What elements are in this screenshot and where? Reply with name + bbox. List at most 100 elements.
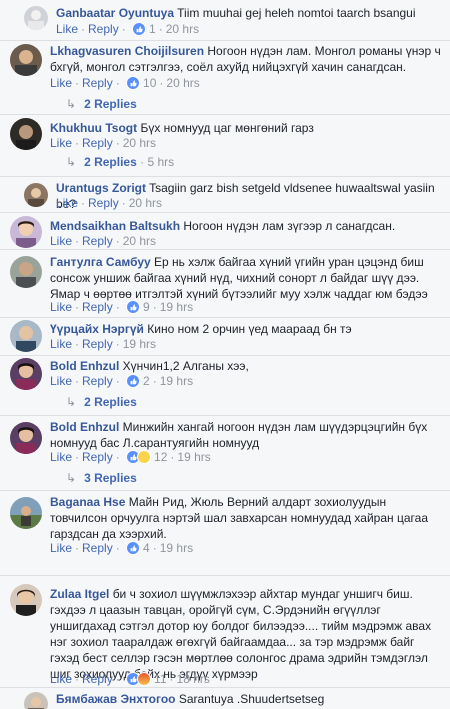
reaction-count: 11: [154, 672, 167, 686]
avatar[interactable]: [10, 497, 42, 529]
reply-button[interactable]: Reply: [82, 300, 113, 314]
comment: Khukhuu Tsogt Бүх номнууд цаг мөнгөний г…: [0, 114, 450, 176]
comment-author[interactable]: Үүрцайх Нэргүй: [50, 322, 144, 336]
avatar[interactable]: [10, 320, 42, 352]
avatar[interactable]: [10, 44, 42, 76]
reply-button[interactable]: Reply: [82, 234, 113, 248]
comment: Ganbaatar Oyuntuya Tiim muuhai gej heleh…: [0, 0, 450, 40]
reply-button[interactable]: Reply: [82, 76, 113, 90]
comment-text: Бүх номнууд цаг мөнгөний гарз: [140, 121, 314, 135]
comment-text: Кино ном 2 орчин үед маараад бн тэ: [147, 322, 352, 336]
reply-button[interactable]: Reply: [82, 136, 113, 150]
haha-icon: [137, 450, 152, 464]
comment-author[interactable]: Urantugs Zorigt: [56, 181, 146, 195]
reply-arrow-icon: ↳: [66, 395, 77, 409]
comment-time[interactable]: 19 hrs: [177, 450, 210, 464]
reaction-count: 9: [143, 300, 150, 314]
view-replies-link[interactable]: ↳ 2 Replies: [66, 394, 137, 410]
comment-author[interactable]: Ganbaatar Oyuntuya: [56, 6, 174, 20]
reaction-count: 10: [143, 76, 157, 90]
reply-button[interactable]: Reply: [88, 22, 119, 36]
reply-button[interactable]: Reply: [82, 337, 113, 351]
avatar[interactable]: [10, 256, 42, 288]
comment-author[interactable]: Zulaa Itgel: [50, 587, 109, 601]
comment: Bold Enhzul Хүнчин1,2 Алганы хээ, Like · R…: [0, 355, 450, 415]
replies-count[interactable]: 2 Replies: [84, 155, 137, 169]
reaction-summary[interactable]: 1: [132, 21, 156, 37]
like-button[interactable]: Like: [50, 450, 72, 464]
like-button[interactable]: Like: [50, 374, 72, 388]
reply-button[interactable]: Reply: [82, 541, 113, 555]
comment-text: Хүнчин1,2 Алганы хээ,: [122, 359, 249, 373]
like-button[interactable]: Like: [50, 337, 72, 351]
reaction-summary[interactable]: 11: [126, 671, 167, 687]
comment-time[interactable]: 19 hrs: [123, 337, 156, 351]
angry-icon: [137, 672, 152, 686]
comment: Urantugs Zorigt Tsagiin garz bish setgel…: [0, 176, 450, 212]
comment: Baganaa Hse Майн Рид, Жюль Верний алдарт…: [0, 490, 450, 565]
like-icon: [126, 541, 141, 555]
comment-author[interactable]: Baganaa Hse: [50, 495, 125, 509]
like-button[interactable]: Like: [50, 234, 72, 248]
like-button[interactable]: Like: [50, 76, 72, 90]
avatar[interactable]: [24, 692, 48, 709]
reaction-summary[interactable]: 10: [126, 75, 156, 91]
avatar[interactable]: [24, 6, 48, 30]
replies-count[interactable]: 2 Replies: [84, 395, 137, 409]
like-button[interactable]: Like: [50, 136, 72, 150]
like-button[interactable]: Like: [50, 300, 72, 314]
view-replies-link[interactable]: ↳ 3 Replies: [66, 470, 137, 486]
avatar[interactable]: [10, 358, 42, 390]
reaction-count: 2: [143, 374, 150, 388]
comment: Бямбажав Энхтогоо Sarantuya .Shuudertset…: [0, 687, 450, 709]
reply-button[interactable]: Reply: [82, 374, 113, 388]
view-replies-link[interactable]: ↳ 2 Replies · 5 hrs: [66, 154, 174, 170]
comment-text: би ч зохиол шүүмжлэхээр айхтар мундаг ун…: [50, 587, 432, 681]
avatar[interactable]: [10, 216, 42, 248]
reaction-summary[interactable]: 2: [126, 373, 150, 389]
avatar[interactable]: [24, 183, 48, 207]
replies-count[interactable]: 2 Replies: [84, 97, 137, 111]
reaction-count: 4: [143, 541, 150, 555]
reply-button[interactable]: Reply: [82, 450, 113, 464]
comment-time[interactable]: 20 hrs: [129, 196, 162, 210]
replies-count[interactable]: 3 Replies: [84, 471, 137, 485]
comment-time[interactable]: 20 hrs: [123, 136, 156, 150]
reaction-summary[interactable]: 9: [126, 299, 150, 315]
like-button[interactable]: Like: [56, 196, 78, 210]
like-button[interactable]: Like: [50, 541, 72, 555]
comment-author[interactable]: Khukhuu Tsogt: [50, 121, 137, 135]
comment-text: Ногоон нүдэн лам зүгээр л санагдсан.: [183, 219, 396, 233]
comment-time[interactable]: 19 hrs: [160, 374, 193, 388]
comment-time[interactable]: 20 hrs: [166, 22, 199, 36]
reply-arrow-icon: ↳: [66, 155, 77, 169]
comment-time[interactable]: 18 hrs: [177, 672, 210, 686]
like-button[interactable]: Like: [50, 672, 72, 686]
comment-time[interactable]: 20 hrs: [123, 234, 156, 248]
comment-author[interactable]: Bold Enhzul: [50, 359, 119, 373]
reply-button[interactable]: Reply: [82, 672, 113, 686]
comment-time[interactable]: 20 hrs: [166, 76, 199, 90]
avatar[interactable]: [10, 422, 42, 454]
reaction-summary[interactable]: 12: [126, 449, 167, 465]
comment-author[interactable]: Бямбажав Энхтогоо: [56, 692, 175, 706]
reaction-summary[interactable]: 4: [126, 540, 150, 556]
like-icon: [126, 76, 141, 90]
reply-button[interactable]: Reply: [88, 196, 119, 210]
comment-time[interactable]: 19 hrs: [160, 300, 193, 314]
avatar[interactable]: [10, 118, 42, 150]
comment-text: Tiim muuhai gej heleh nomtoi taarch bsan…: [177, 6, 416, 20]
comment-author[interactable]: Bold Enhzul: [50, 420, 119, 434]
reaction-count: 12: [154, 450, 168, 464]
comment: Lkhagvasuren Choijilsuren Ногоон нүдэн л…: [0, 40, 450, 114]
comment-time[interactable]: 19 hrs: [160, 541, 193, 555]
comment: Гантулга Самбуу Ер нь хэлж байгаа хүний …: [0, 249, 450, 317]
comment-author[interactable]: Гантулга Самбуу: [50, 255, 151, 269]
comment-author[interactable]: Mendsaikhan Baltsukh: [50, 219, 180, 233]
view-replies-link[interactable]: ↳ 2 Replies: [66, 96, 137, 112]
replies-time[interactable]: 5 hrs: [147, 155, 174, 169]
comment: Mendsaikhan Baltsukh Ногоон нүдэн лам зү…: [0, 212, 450, 249]
like-button[interactable]: Like: [56, 22, 78, 36]
comment-author[interactable]: Lkhagvasuren Choijilsuren: [50, 44, 204, 58]
avatar[interactable]: [10, 584, 42, 616]
